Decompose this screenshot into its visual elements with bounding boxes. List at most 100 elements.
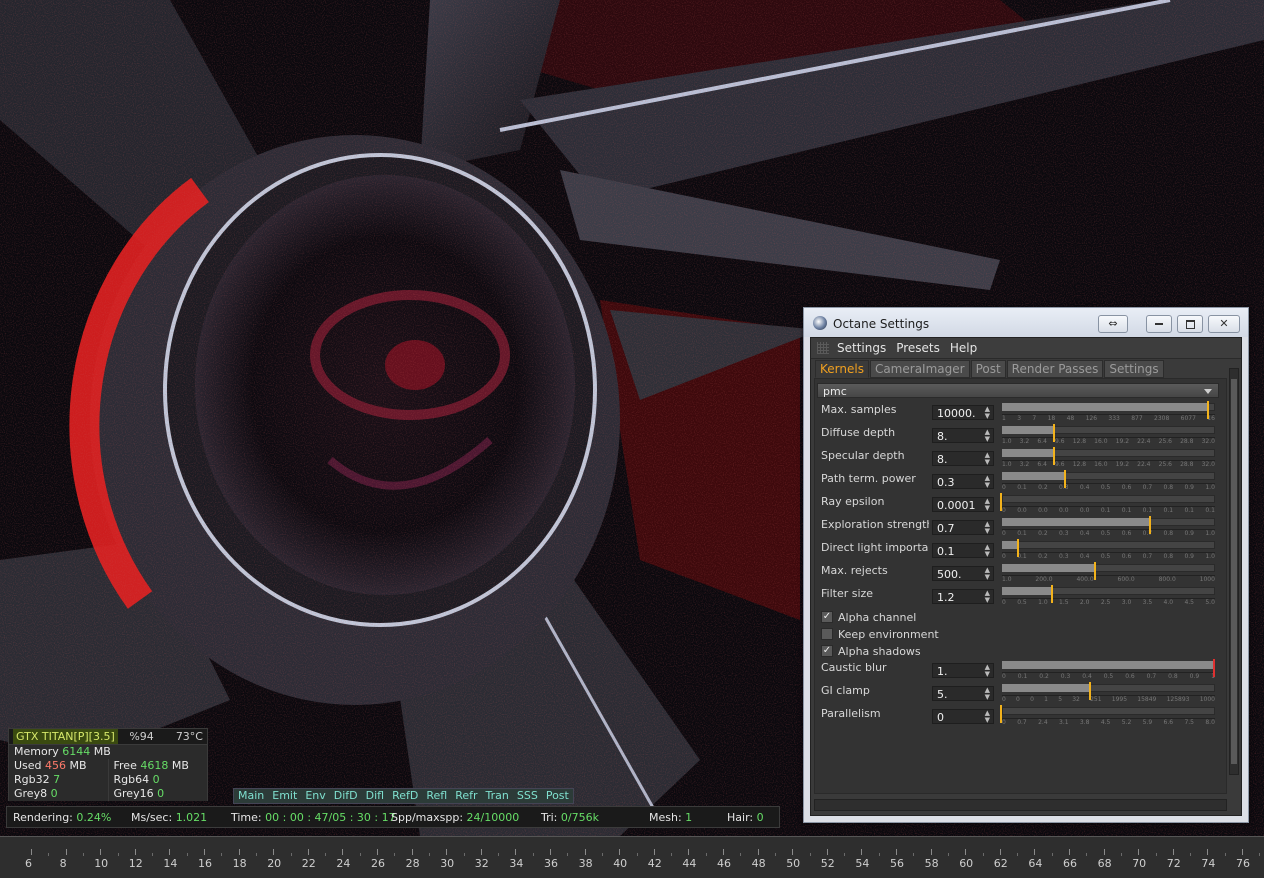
slider-tick-label: 0.6 [1121, 553, 1132, 560]
param-value-input[interactable]: 1. ▲ ▼ [932, 663, 994, 678]
timeline-ruler[interactable]: 6 8 10 12 14 16 18 20 22 24 26 28 30 32 34 36 38 40 42 44 46… [0, 836, 1264, 878]
slider-tick-label: 1 [1044, 696, 1048, 703]
param-slider[interactable]: 0 0.7 2.4 3.1 3.8 4.5 5.2 5.9 6.6 7.5 8.0 [1000, 705, 1215, 726]
vertical-scrollbar[interactable] [1229, 368, 1239, 775]
param-value-input[interactable]: 5. ▲ ▼ [932, 686, 994, 701]
param-slider[interactable]: 1 3 7 18 48 126 333 877 2308 6077 16 [1002, 401, 1215, 422]
spinner-icon[interactable]: ▲ ▼ [985, 567, 990, 581]
tab-render-passes[interactable]: Render Passes [1006, 360, 1104, 378]
param-value-input[interactable]: 0.7 ▲ ▼ [932, 520, 994, 535]
param-slider[interactable]: 00.10.20.30.40.50.60.70.80.91.0 [1002, 516, 1215, 537]
spinner-icon[interactable]: ▲ ▼ [985, 710, 990, 724]
param-value-input[interactable]: 10000. ▲ ▼ [932, 405, 994, 420]
slider-handle[interactable] [1089, 682, 1092, 700]
param-value-input[interactable]: 0 ▲ ▼ [932, 709, 994, 724]
param-slider[interactable]: 00.10.20.30.40.50.60.70.80.91.0 [1002, 539, 1215, 560]
slider-handle[interactable] [1017, 539, 1020, 557]
pass-post[interactable]: Post [542, 789, 573, 803]
scrollbar-thumb[interactable] [1231, 379, 1237, 764]
kernel-select[interactable]: pmc [817, 383, 1219, 398]
tab-post[interactable]: Post [970, 360, 1006, 378]
timeline-label: 76 [1236, 857, 1250, 870]
timeline-label: 70 [1132, 857, 1147, 870]
spinner-icon[interactable]: ▲ ▼ [985, 406, 990, 420]
param-slider[interactable]: 1.0 3.2 6.4 9.6 12.8 16.0 19.2 22.4 25.6 28.8 32.0 [1002, 424, 1215, 445]
param-value-input[interactable]: 8. ▲ ▼ [932, 451, 994, 466]
spinner-icon[interactable]: ▲ ▼ [985, 452, 990, 466]
slider-handle[interactable] [1051, 585, 1054, 603]
checkbox-row[interactable]: Keep environment [821, 626, 939, 642]
param-slider[interactable]: 1.0 3.2 6.4 9.6 12.8 16.0 19.2 22.4 25.6 28.8 32.0 [1002, 447, 1215, 468]
window-titlebar[interactable]: Octane Settings ⇔ ✕ [804, 308, 1248, 337]
param-slider[interactable]: 0 0 0 1 5 32 251 1995 15849 125893 1000 [1002, 682, 1215, 703]
spinner-icon[interactable]: ▲ ▼ [985, 664, 990, 678]
pass-env[interactable]: Env [301, 789, 329, 803]
pass-difl[interactable]: Difl [362, 789, 388, 803]
checkbox[interactable]: ✓ [821, 611, 833, 623]
slider-handle[interactable] [1000, 493, 1002, 511]
spinner-icon[interactable]: ▲ ▼ [985, 687, 990, 701]
checkbox-row[interactable]: ✓ Alpha channel [821, 609, 916, 625]
param-value-input[interactable]: 500. ▲ ▼ [932, 566, 994, 581]
timeline-major-tick [307, 849, 309, 855]
menu-help[interactable]: Help [948, 341, 985, 355]
pass-refr[interactable]: Refr [451, 789, 481, 803]
param-value-input[interactable]: 0.1 ▲ ▼ [932, 543, 994, 558]
param-slider[interactable]: 00.10.20.30.40.50.60.70.80.91 [1002, 659, 1215, 680]
menu-settings[interactable]: Settings [835, 341, 894, 355]
slider-tick-label: 0.3 [1059, 553, 1069, 560]
param-slider[interactable]: 00.10.20.30.40.50.60.70.80.91.0 [1002, 470, 1215, 491]
tab-settings[interactable]: Settings [1104, 360, 1164, 378]
spp-value: 24/10000 [466, 810, 520, 824]
slider-tick-label: 2.0 [1079, 599, 1090, 606]
slider-fill [1002, 587, 1054, 595]
checkbox[interactable] [821, 628, 833, 640]
maximize-icon [1185, 319, 1195, 329]
timeline-label: 74 [1201, 857, 1216, 870]
spinner-icon[interactable]: ▲ ▼ [985, 521, 990, 535]
param-value-input[interactable]: 0.0001 ▲ ▼ [932, 497, 994, 512]
spinner-icon[interactable]: ▲ ▼ [985, 429, 990, 443]
slider-handle[interactable] [1053, 424, 1056, 442]
slider-handle[interactable] [1000, 705, 1002, 723]
pass-refd[interactable]: RefD [388, 789, 422, 803]
param-value-input[interactable]: 1.2 ▲ ▼ [932, 589, 994, 604]
menu-presets[interactable]: Presets [894, 341, 948, 355]
slider-handle[interactable] [1063, 470, 1066, 488]
horizontal-scrollbar[interactable] [814, 799, 1227, 811]
restore-layout-button[interactable]: ⇔ [1098, 315, 1128, 333]
maximize-button[interactable] [1177, 315, 1203, 333]
tab-kernels[interactable]: Kernels [815, 360, 869, 378]
param-value-input[interactable]: 0.3 ▲ ▼ [932, 474, 994, 489]
param-slider[interactable]: 0 0.5 1.0 1.5 2.0 2.5 3.0 3.5 4.0 4.5 5.0 [1002, 585, 1215, 606]
tab-cameraimager[interactable]: CameraImager [869, 360, 970, 378]
slider-tick-label: 19.2 [1115, 461, 1130, 468]
grip-icon[interactable] [817, 342, 829, 354]
param-slider[interactable]: 0 0.0 0.0 0.0 0.0 0.1 0.1 0.1 0.1 0.1 0.1 [1000, 493, 1215, 514]
param-value-input[interactable]: 8. ▲ ▼ [932, 428, 994, 443]
slider-handle[interactable] [1093, 562, 1096, 580]
spinner-icon[interactable]: ▲ ▼ [985, 475, 990, 489]
close-button[interactable]: ✕ [1208, 315, 1240, 333]
slider-handle[interactable] [1149, 516, 1152, 534]
slider-handle[interactable] [1213, 659, 1215, 677]
pass-emit[interactable]: Emit [268, 789, 301, 803]
slider-handle[interactable] [1206, 401, 1209, 419]
spinner-icon[interactable]: ▲ ▼ [985, 498, 990, 512]
spinner-icon[interactable]: ▲ ▼ [985, 544, 990, 558]
checkbox-row[interactable]: ✓ Alpha shadows [821, 643, 921, 659]
param-slider[interactable]: 1.0 200.0 400.0 600.0 800.0 1000 [1002, 562, 1215, 583]
checkbox[interactable]: ✓ [821, 645, 833, 657]
minimize-button[interactable] [1146, 315, 1172, 333]
param-value: 0 [937, 711, 944, 724]
spinner-icon[interactable]: ▲ ▼ [985, 590, 990, 604]
pass-tran[interactable]: Tran [482, 789, 513, 803]
pass-sss[interactable]: SSS [513, 789, 542, 803]
slider-handle[interactable] [1053, 447, 1056, 465]
pass-refl[interactable]: Refl [422, 789, 451, 803]
pass-difd[interactable]: DifD [330, 789, 362, 803]
pass-main[interactable]: Main [234, 789, 268, 803]
timeline-label: 30 [440, 857, 455, 870]
gpu-header: GTX TITAN[P][3.5] %94 73°C [8, 728, 208, 745]
timeline-minor-tick [1190, 853, 1192, 856]
